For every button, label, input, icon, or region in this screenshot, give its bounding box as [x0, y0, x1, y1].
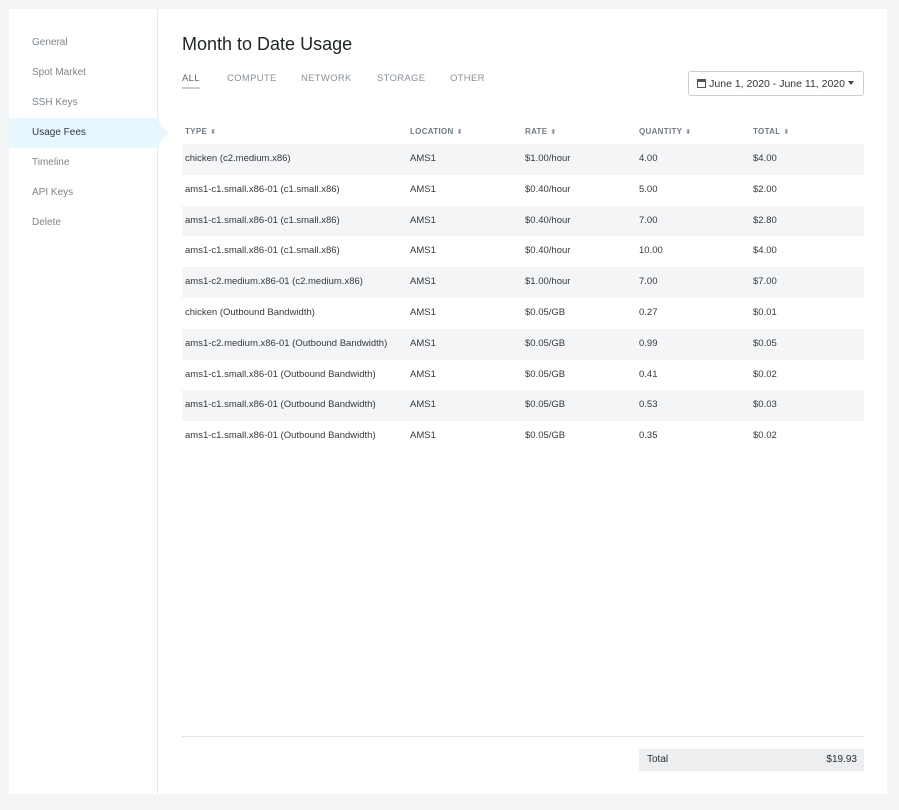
cell-location: AMS1: [410, 276, 436, 288]
column-header-quantity[interactable]: QUANTITY ⬍: [639, 127, 691, 136]
cell-quantity: 0.35: [639, 430, 658, 442]
cell-quantity: 0.99: [639, 337, 658, 349]
caret-down-icon: [848, 81, 854, 85]
sidebar-item-delete[interactable]: Delete: [9, 208, 158, 238]
total-value: $19.93: [826, 754, 857, 765]
cell-total: $0.01: [753, 306, 777, 318]
cell-quantity: 0.41: [639, 368, 658, 380]
cell-total: $4.00: [753, 153, 777, 164]
tab-other[interactable]: OTHER: [450, 73, 485, 87]
date-range-button[interactable]: June 1, 2020 - June 11, 2020: [688, 71, 864, 96]
cell-total: $0.02: [753, 430, 777, 442]
cell-type: ams1-c1.small.x86-01 (c1.small.x86): [185, 183, 340, 195]
date-range-label: June 1, 2020 - June 11, 2020: [709, 78, 845, 90]
cell-rate: $0.05/GB: [525, 368, 566, 380]
table-row: ams1-c1.small.x86-01 (Outbound Bandwidth…: [182, 421, 864, 452]
cell-total: $4.00: [753, 245, 777, 257]
table-row: ams1-c1.small.x86-01 (c1.small.x86) AMS1…: [182, 175, 864, 206]
table-row: chicken (Outbound Bandwidth) AMS1 $0.05/…: [182, 298, 864, 329]
table-row: ams1-c2.medium.x86-01 (c2.medium.x86) AM…: [182, 267, 864, 298]
table-row: ams1-c2.medium.x86-01 (Outbound Bandwidt…: [182, 328, 864, 360]
cell-quantity: 0.53: [639, 399, 658, 411]
cell-rate: $0.40/hour: [525, 183, 571, 195]
settings-panel: General Spot Market SSH Keys Usage Fees …: [9, 9, 887, 794]
tab-network[interactable]: NETWORK: [301, 73, 352, 87]
cell-quantity: 0.27: [639, 306, 658, 318]
cell-quantity: 7.00: [639, 214, 658, 226]
cell-quantity: 10.00: [639, 245, 663, 257]
cell-type: ams1-c1.small.x86-01 (c1.small.x86): [185, 214, 340, 226]
cell-quantity: 4.00: [639, 153, 658, 164]
table-row: chicken (c2.medium.x86) AMS1 $1.00/hour …: [182, 144, 864, 175]
total-summary: Total $19.93: [639, 749, 864, 771]
sort-icon: ⬍: [456, 129, 463, 136]
cell-type: ams1-c1.small.x86-01 (Outbound Bandwidth…: [185, 368, 376, 380]
sidebar-item-api-keys[interactable]: API Keys: [9, 178, 158, 208]
cell-location: AMS1: [410, 245, 436, 257]
cell-type: chicken (Outbound Bandwidth): [185, 306, 315, 318]
sort-icon: ⬍: [550, 129, 557, 136]
table-row: ams1-c1.small.x86-01 (Outbound Bandwidth…: [182, 390, 864, 422]
sidebar: General Spot Market SSH Keys Usage Fees …: [9, 9, 168, 794]
page-title: Month to Date Usage: [182, 34, 353, 54]
tab-all[interactable]: ALL: [182, 73, 200, 89]
total-label: Total: [647, 754, 669, 765]
cell-rate: $0.05/GB: [525, 430, 566, 442]
cell-total: $2.80: [753, 214, 777, 226]
cell-rate: $0.05/GB: [525, 306, 566, 318]
cell-total: $7.00: [753, 276, 777, 288]
cell-location: AMS1: [410, 153, 436, 164]
main-content: Month to Date Usage ALL COMPUTE NETWORK …: [182, 9, 864, 794]
cell-rate: $0.05/GB: [525, 399, 566, 411]
cell-rate: $0.05/GB: [525, 337, 566, 349]
column-header-total[interactable]: TOTAL ⬍: [753, 127, 790, 136]
cell-total: $0.03: [753, 399, 777, 411]
sidebar-item-spot-market[interactable]: Spot Market: [9, 58, 158, 88]
tab-storage[interactable]: STORAGE: [377, 73, 425, 87]
table-row: ams1-c1.small.x86-01 (c1.small.x86) AMS1…: [182, 236, 864, 267]
cell-total: $0.05: [753, 337, 777, 349]
cell-total: $2.00: [753, 183, 777, 195]
sidebar-item-timeline[interactable]: Timeline: [9, 148, 158, 178]
footer-divider: [182, 736, 864, 737]
cell-rate: $1.00/hour: [525, 153, 571, 164]
sort-icon: ⬍: [783, 129, 790, 136]
sort-icon: ⬍: [685, 129, 692, 136]
sidebar-item-general[interactable]: General: [9, 28, 158, 58]
cell-location: AMS1: [410, 368, 436, 380]
calendar-icon: [697, 79, 707, 88]
cell-quantity: 5.00: [639, 183, 658, 195]
cell-type: ams1-c1.small.x86-01 (Outbound Bandwidth…: [185, 399, 376, 411]
cell-rate: $0.40/hour: [525, 245, 571, 257]
cell-type: ams1-c1.small.x86-01 (Outbound Bandwidth…: [185, 430, 376, 442]
sidebar-item-usage-fees[interactable]: Usage Fees: [9, 118, 168, 148]
column-header-location[interactable]: LOCATION ⬍: [410, 127, 463, 136]
cell-quantity: 7.00: [639, 276, 658, 288]
cell-location: AMS1: [410, 430, 436, 442]
cell-type: chicken (c2.medium.x86): [185, 153, 291, 164]
column-header-type[interactable]: TYPE ⬍: [185, 127, 216, 136]
column-header-rate[interactable]: RATE ⬍: [525, 127, 557, 136]
cell-location: AMS1: [410, 214, 436, 226]
table-row: ams1-c1.small.x86-01 (Outbound Bandwidth…: [182, 360, 864, 391]
table-row: ams1-c1.small.x86-01 (c1.small.x86) AMS1…: [182, 205, 864, 237]
cell-location: AMS1: [410, 306, 436, 318]
tab-compute[interactable]: COMPUTE: [227, 73, 277, 87]
cell-location: AMS1: [410, 399, 436, 411]
cell-rate: $0.40/hour: [525, 214, 571, 226]
cell-type: ams1-c2.medium.x86-01 (Outbound Bandwidt…: [185, 337, 388, 349]
sidebar-item-ssh-keys[interactable]: SSH Keys: [9, 88, 158, 118]
cell-location: AMS1: [410, 183, 436, 195]
cell-type: ams1-c1.small.x86-01 (c1.small.x86): [185, 245, 340, 257]
usage-table: TYPE ⬍ LOCATION ⬍ RATE ⬍ QUANTITY ⬍ TOTAL ⬍ c…: [182, 118, 864, 452]
sort-icon: ⬍: [210, 129, 217, 136]
cell-rate: $1.00/hour: [525, 276, 571, 288]
cell-total: $0.02: [753, 368, 777, 380]
cell-type: ams1-c2.medium.x86-01 (c2.medium.x86): [185, 276, 363, 288]
cell-location: AMS1: [410, 337, 436, 349]
table-header: TYPE ⬍ LOCATION ⬍ RATE ⬍ QUANTITY ⬍ TOTAL ⬍: [182, 118, 864, 144]
